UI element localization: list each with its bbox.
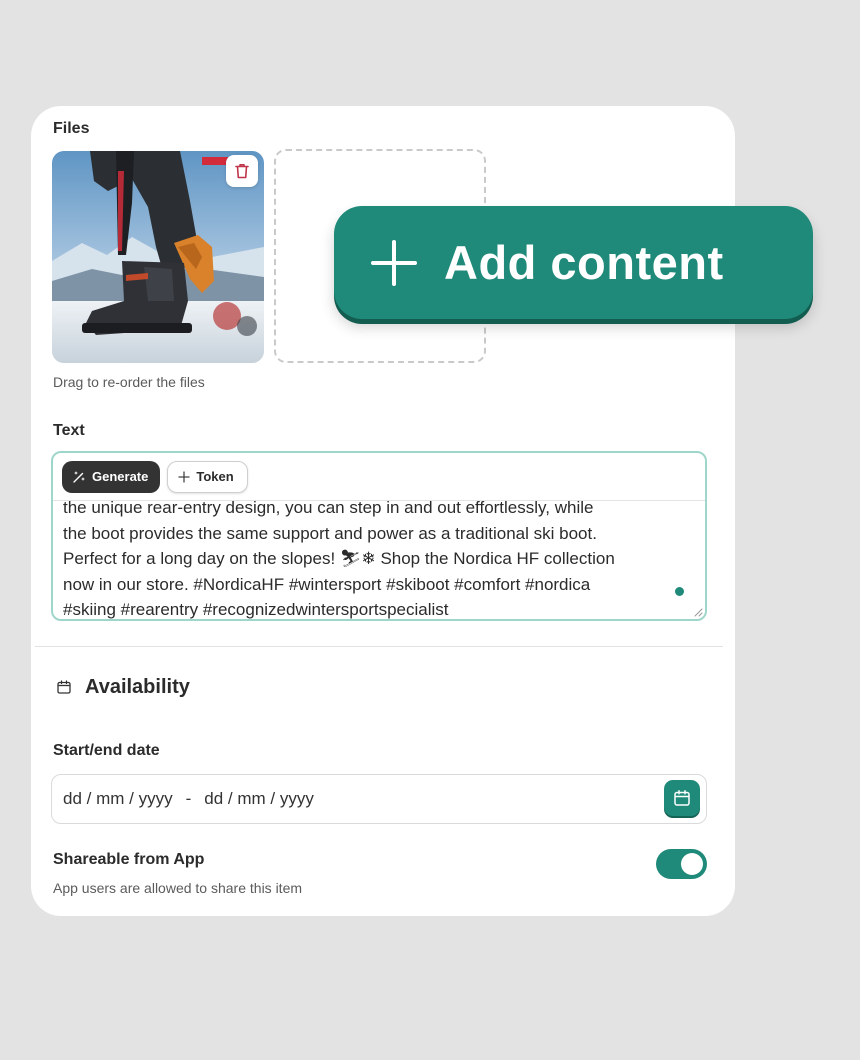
add-content-label: Add content xyxy=(444,236,724,289)
date-picker-button[interactable] xyxy=(664,780,700,816)
plus-icon xyxy=(371,239,417,286)
files-heading: Files xyxy=(53,120,90,137)
file-thumbnail-ski-boot[interactable] xyxy=(52,151,264,363)
availability-heading: Availability xyxy=(85,676,190,698)
trash-icon xyxy=(235,164,249,179)
calendar-icon xyxy=(674,790,690,806)
date-label: Start/end date xyxy=(53,742,160,759)
section-divider xyxy=(35,646,723,647)
toggle-knob xyxy=(681,853,703,875)
text-toolbar: Generate Token xyxy=(53,453,705,501)
date-range-input[interactable]: dd / mm / yyyy - dd / mm / yyyy xyxy=(51,774,707,824)
generate-label: Generate xyxy=(92,469,149,484)
shareable-label: Shareable from App xyxy=(53,851,205,868)
text-cursor-indicator xyxy=(675,587,684,596)
token-label: Token xyxy=(196,469,234,484)
start-date-placeholder[interactable]: dd / mm / yyyy xyxy=(63,789,173,809)
generate-button[interactable]: Generate xyxy=(62,460,161,493)
text-content[interactable]: the unique rear-entry design, you can st… xyxy=(63,495,693,619)
text-heading: Text xyxy=(53,422,85,439)
delete-file-button[interactable] xyxy=(226,155,258,187)
token-button[interactable]: Token xyxy=(167,460,248,493)
shareable-description: App users are allowed to share this item xyxy=(53,880,303,896)
text-editor[interactable]: Generate Token the unique rear-entry des… xyxy=(51,451,707,621)
reorder-hint: Drag to re-order the files xyxy=(53,374,205,390)
resize-handle-icon[interactable] xyxy=(693,607,703,617)
end-date-placeholder[interactable]: dd / mm / yyyy xyxy=(204,789,314,809)
calendar-icon xyxy=(57,680,71,694)
plus-icon xyxy=(178,470,191,483)
magic-wand-icon xyxy=(73,471,85,483)
date-separator: - xyxy=(185,789,192,808)
add-content-button[interactable]: Add content xyxy=(334,206,813,319)
shareable-toggle[interactable] xyxy=(656,849,707,879)
